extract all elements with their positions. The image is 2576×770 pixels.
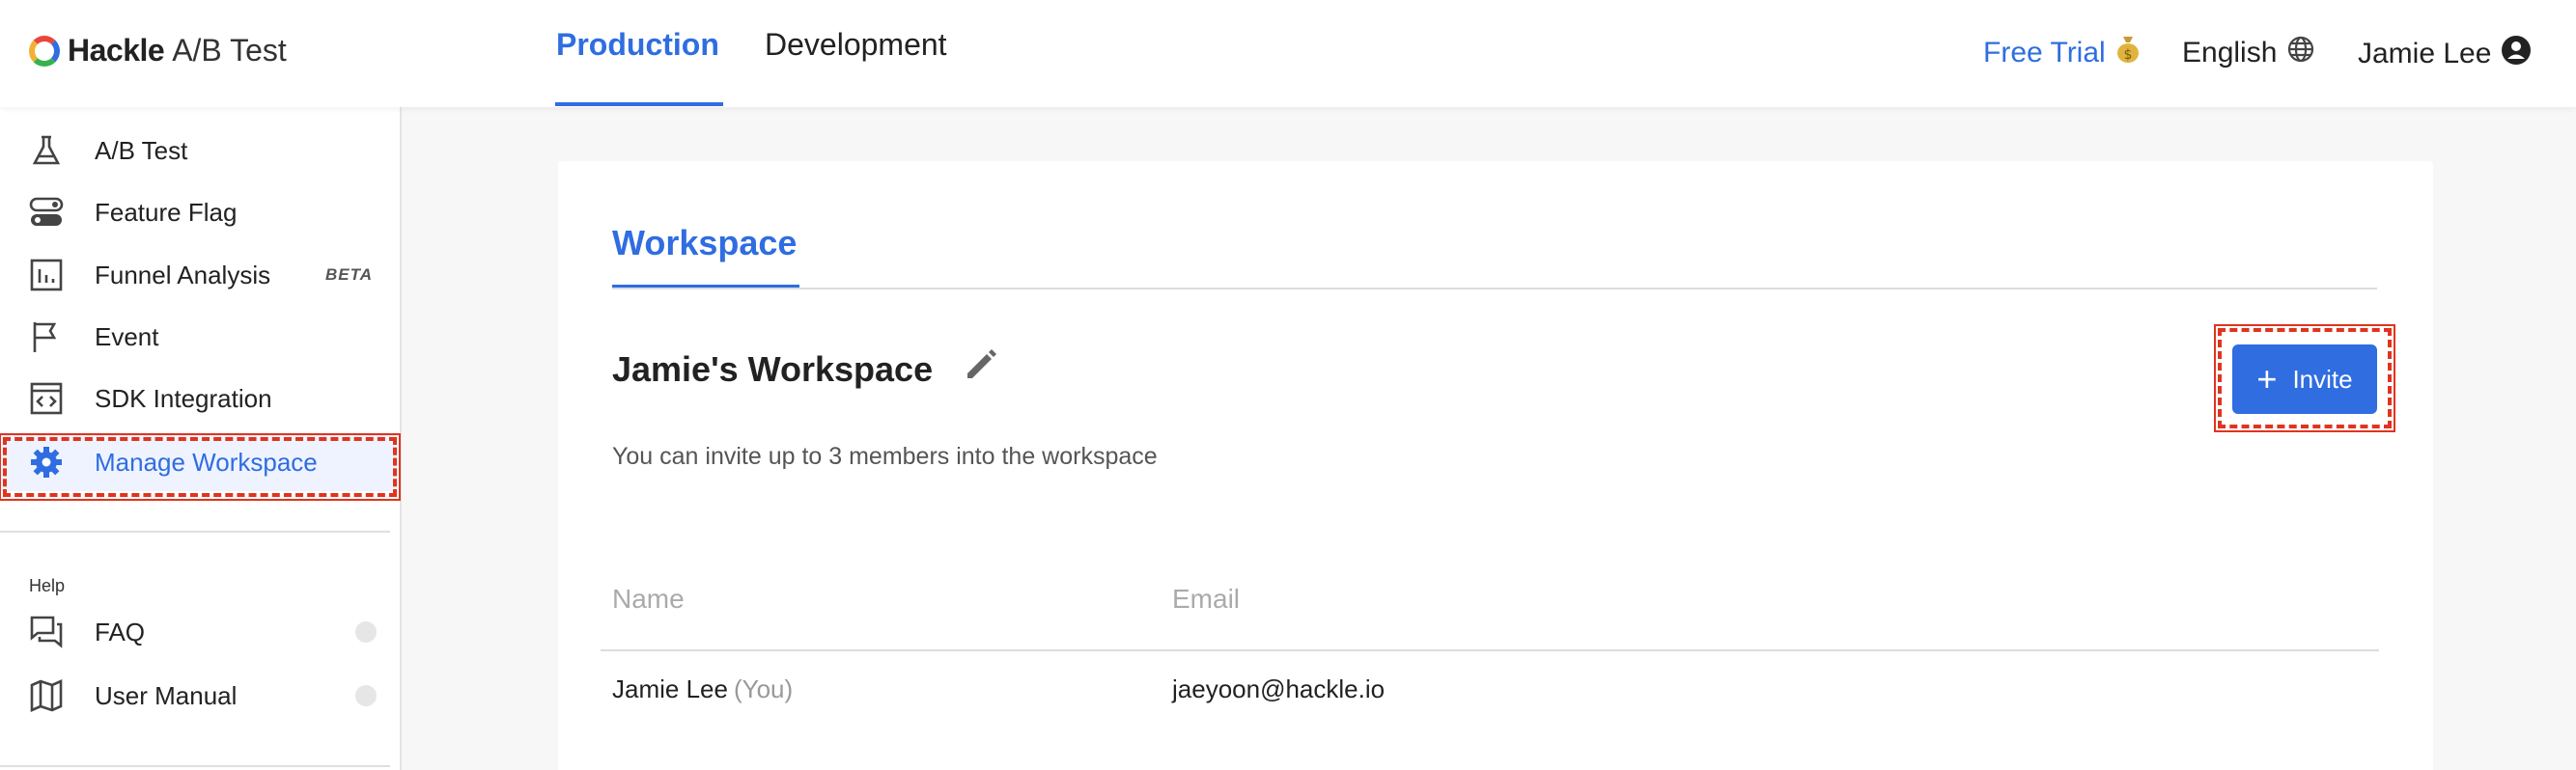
member-name-cell: Jamie Lee (You): [612, 674, 793, 704]
beta-badge: BETA: [324, 265, 373, 284]
invite-label: Invite: [2292, 364, 2353, 394]
sidebar-item-funnel-analysis[interactable]: Funnel Analysis BETA: [0, 246, 398, 304]
sidebar-item-label: FAQ: [95, 617, 146, 646]
logo-brand: Hackle: [68, 33, 165, 68]
account-circle-icon: [2501, 35, 2532, 73]
sidebar-item-label: Feature Flag: [95, 197, 238, 227]
free-trial-label: Free Trial: [1983, 37, 2106, 69]
external-link-icon: [355, 685, 377, 706]
sidebar-divider: [0, 765, 390, 767]
sidebar-divider: [0, 531, 390, 533]
hackle-logo-icon: [29, 35, 60, 67]
map-icon: [29, 678, 64, 713]
top-header: Hackle A/B Test Production Development F…: [0, 0, 2576, 107]
sidebar-item-label: A/B Test: [95, 135, 188, 165]
column-header-name: Name: [612, 584, 685, 614]
sidebar-item-feature-flag[interactable]: Feature Flag: [0, 183, 398, 241]
external-link-icon: [355, 621, 377, 643]
workspace-description: You can invite up to 3 members into the …: [612, 443, 1158, 470]
sidebar-item-label: Manage Workspace: [95, 447, 318, 477]
table-divider: [601, 649, 2379, 651]
sidebar-item-user-manual[interactable]: User Manual: [0, 667, 398, 725]
workspace-card: Workspace Jamie's Workspace + Invite You…: [558, 161, 2433, 770]
invite-button[interactable]: + Invite: [2232, 344, 2377, 414]
chat-icon: [29, 615, 64, 649]
money-bag-icon: $: [2115, 35, 2141, 71]
sidebar-item-event[interactable]: Event: [0, 308, 398, 366]
gear-icon: [29, 445, 64, 480]
active-tab-indicator: [612, 285, 799, 288]
tab-workspace[interactable]: Workspace: [612, 223, 797, 263]
you-tag: (You): [733, 674, 794, 703]
svg-text:$: $: [2123, 47, 2132, 63]
sidebar-item-label: Funnel Analysis: [95, 260, 271, 289]
member-email: jaeyoon@hackle.io: [1172, 674, 1386, 703]
sidebar: A/B Test Feature Flag Funnel Analysis BE…: [0, 107, 402, 770]
free-trial-link[interactable]: Free Trial $: [1983, 35, 2141, 71]
user-menu[interactable]: Jamie Lee: [2358, 35, 2532, 73]
tab-development[interactable]: Development: [765, 27, 947, 63]
tab-production[interactable]: Production: [556, 27, 719, 63]
language-selector[interactable]: English: [2182, 35, 2315, 71]
flask-icon: [29, 133, 64, 168]
globe-icon: [2286, 35, 2315, 71]
sidebar-item-label: SDK Integration: [95, 383, 272, 413]
help-section-label: Help: [29, 576, 66, 595]
sidebar-item-label: User Manual: [95, 680, 238, 710]
sidebar-item-label: Event: [95, 321, 159, 351]
plus-icon: +: [2256, 359, 2278, 399]
column-header-email: Email: [1172, 584, 1241, 614]
sidebar-item-faq[interactable]: FAQ: [0, 603, 398, 661]
bar-chart-icon: [29, 258, 64, 292]
active-tab-indicator: [555, 102, 723, 106]
workspace-title: Jamie's Workspace: [612, 349, 934, 389]
logo-product: A/B Test: [172, 33, 287, 68]
member-name: Jamie Lee: [612, 674, 728, 703]
sidebar-item-manage-workspace[interactable]: Manage Workspace: [0, 433, 398, 491]
tab-divider: [612, 288, 2377, 289]
logo[interactable]: Hackle A/B Test: [29, 33, 287, 69]
sidebar-item-ab-test[interactable]: A/B Test: [0, 122, 398, 179]
toggle-icon: [29, 195, 64, 230]
pencil-icon[interactable]: [962, 344, 1000, 383]
sidebar-item-sdk-integration[interactable]: SDK Integration: [0, 370, 398, 427]
code-window-icon: [29, 381, 64, 416]
language-label: English: [2182, 37, 2278, 69]
flag-icon: [29, 319, 64, 354]
user-name: Jamie Lee: [2358, 38, 2492, 69]
